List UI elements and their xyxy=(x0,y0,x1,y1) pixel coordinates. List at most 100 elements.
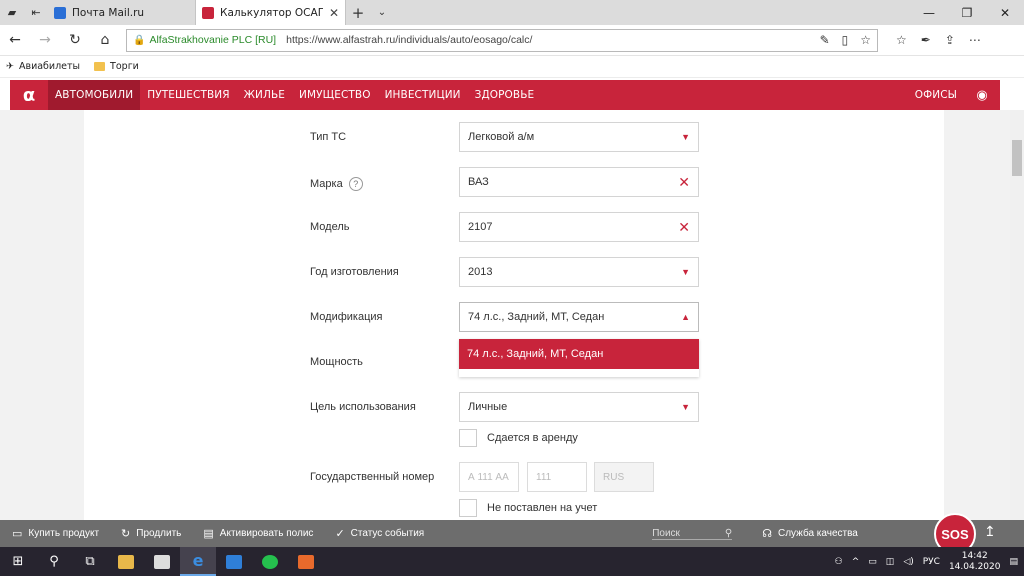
not-registered-checkbox[interactable] xyxy=(459,499,477,517)
close-tab-icon[interactable]: ✕ xyxy=(329,6,339,20)
home-button[interactable]: ⌂ xyxy=(90,32,120,48)
whatsapp-icon[interactable] xyxy=(252,547,288,576)
battery-icon[interactable]: ▭ xyxy=(868,557,877,567)
event-status-link[interactable]: ✓ Статус события xyxy=(335,527,424,540)
buy-product-link[interactable]: ▭ Купить продукт xyxy=(12,527,99,540)
site-search-input[interactable]: Поиск ⚲ xyxy=(652,527,733,540)
purpose-select[interactable]: Личные ▼ xyxy=(459,392,699,422)
start-windows-icon[interactable]: ⊞ xyxy=(0,547,36,576)
favorites-bar: ✈ Авиабилеты Торги xyxy=(0,56,1024,78)
refresh-button[interactable]: ↻ xyxy=(60,32,90,48)
nav-travel[interactable]: ПУТЕШЕСТВИЯ xyxy=(140,80,236,110)
modification-select[interactable]: 74 л.с., Задний, МТ, Седан ▲ xyxy=(459,302,699,332)
mail-favicon-icon xyxy=(54,6,66,19)
scrollbar-thumb[interactable] xyxy=(1012,140,1022,176)
notes-pen-icon[interactable]: ✒ xyxy=(921,33,931,47)
check-circle-icon: ✓ xyxy=(335,528,345,540)
clock[interactable]: 14:42 14.04.2020 xyxy=(949,551,1001,573)
quality-service-link[interactable]: ☊ Служба качества xyxy=(762,527,858,540)
search-placeholder: Поиск xyxy=(652,527,680,539)
favorites-hub-icon[interactable]: ☆ xyxy=(896,33,907,47)
rent-checkbox-row[interactable]: Сдается в аренду xyxy=(459,429,578,447)
clear-model-icon[interactable]: ✕ xyxy=(678,219,690,236)
bookmark-torgi[interactable]: Торги xyxy=(94,61,139,72)
close-window-button[interactable]: ✕ xyxy=(986,0,1024,25)
model-input[interactable]: 2107 ✕ xyxy=(459,212,699,242)
brand-input[interactable]: ВАЗ ✕ xyxy=(459,167,699,197)
alfa-logo[interactable]: α xyxy=(10,80,48,110)
vehicle-type-select[interactable]: Легковой а/м ▼ xyxy=(459,122,699,152)
restore-button[interactable]: ❐ xyxy=(948,0,986,25)
chevron-up-icon: ▲ xyxy=(681,312,690,322)
rent-checkbox[interactable] xyxy=(459,429,477,447)
file-explorer-icon[interactable] xyxy=(108,547,144,576)
browser-tab-bar: ▰ ⇤ Почта Mail.ru Калькулятор ОСАГО 20 ✕… xyxy=(0,0,1024,25)
share-icon[interactable]: ⇪ xyxy=(945,33,955,47)
minimize-button[interactable]: — xyxy=(910,0,948,25)
certificate-label[interactable]: AlfaStrakhovanie PLC [RU] xyxy=(149,34,276,46)
activate-label: Активировать полис xyxy=(219,528,314,539)
clock-date: 14.04.2020 xyxy=(948,561,1001,572)
accessibility-eye-icon[interactable]: ◉ xyxy=(964,88,1000,103)
plane-icon: ✈ xyxy=(6,61,14,72)
new-tab-button[interactable]: + xyxy=(346,0,370,25)
nav-housing[interactable]: ЖИЛЬЕ xyxy=(237,80,292,110)
nav-property[interactable]: ИМУЩЕСТВО xyxy=(292,80,378,110)
people-icon[interactable]: ⚇ xyxy=(835,557,843,567)
forward-button[interactable]: → xyxy=(30,32,60,48)
tab-mail[interactable]: Почта Mail.ru xyxy=(48,0,196,25)
network-icon[interactable]: ◫ xyxy=(886,557,895,567)
notifications-icon[interactable]: ▤ xyxy=(1009,557,1018,567)
help-question-icon[interactable]: ? xyxy=(348,177,363,191)
scrollbar[interactable] xyxy=(1010,110,1024,520)
brand-label-text: Марка xyxy=(310,177,343,190)
tab-title: Почта Mail.ru xyxy=(72,6,145,19)
pin-icon[interactable]: ✎ xyxy=(820,33,830,47)
dropdown-option[interactable]: 74 л.с., Задний, МТ, Седан xyxy=(459,339,699,369)
nav-investments[interactable]: ИНВЕСТИЦИИ xyxy=(378,80,468,110)
search-icon[interactable]: ⚲ xyxy=(36,547,72,576)
not-registered-row[interactable]: Не поставлен на учет xyxy=(459,499,597,517)
not-registered-label: Не поставлен на учет xyxy=(487,502,598,514)
cart-icon: ▭ xyxy=(12,528,23,540)
power-label: Мощность xyxy=(310,356,363,368)
favorite-star-icon[interactable]: ☆ xyxy=(860,33,871,47)
volume-icon[interactable]: ◁) xyxy=(903,557,913,567)
store-icon[interactable] xyxy=(144,547,180,576)
windows-taskbar: ⊞ ⚲ ⧉ e ⚇ ^ ▭ ◫ ◁) РУС 14:42 14.04.2020 … xyxy=(0,547,1024,576)
model-value: 2107 xyxy=(468,221,493,233)
url-field[interactable]: 🔒 AlfaStrakhovanie PLC [RU] https://www.… xyxy=(126,28,878,52)
tab-osago-calc[interactable]: Калькулятор ОСАГО 20 ✕ xyxy=(196,0,346,25)
set-aside-tabs-icon[interactable]: ⇤ xyxy=(24,0,48,25)
plate-region-input[interactable]: 111 xyxy=(527,462,587,492)
headset-icon: ☊ xyxy=(762,528,772,540)
document-app-icon[interactable] xyxy=(288,547,324,576)
plate-label: Государственный номер xyxy=(310,471,435,483)
chevron-down-icon: ▼ xyxy=(681,132,690,142)
plate-number-input[interactable]: А 111 АА xyxy=(459,462,519,492)
reading-view-icon[interactable]: ▯ xyxy=(842,33,849,47)
nav-offices[interactable]: ОФИСЫ xyxy=(908,80,964,110)
tab-list-chevron-icon[interactable]: ⌄ xyxy=(370,0,394,25)
back-button[interactable]: ← xyxy=(0,32,30,48)
language-indicator[interactable]: РУС xyxy=(923,557,940,567)
mail-icon[interactable] xyxy=(216,547,252,576)
refresh-icon: ↻ xyxy=(121,528,131,540)
extend-label: Продлить xyxy=(136,528,182,539)
extend-link[interactable]: ↻ Продлить xyxy=(121,527,181,540)
nav-auto[interactable]: АВТОМОБИЛИ xyxy=(48,80,141,110)
tray-chevron-icon[interactable]: ^ xyxy=(852,557,860,567)
tab-actions-icon[interactable]: ▰ xyxy=(0,0,24,25)
more-menu-icon[interactable]: ⋯ xyxy=(969,33,981,47)
bookmark-aviatickets[interactable]: ✈ Авиабилеты xyxy=(6,61,80,72)
activate-policy-link[interactable]: ▤ Активировать полис xyxy=(203,527,313,540)
nav-health[interactable]: ЗДОРОВЬЕ xyxy=(468,80,542,110)
search-icon[interactable]: ⚲ xyxy=(725,528,732,539)
edge-browser-icon[interactable]: e xyxy=(180,547,216,576)
task-view-icon[interactable]: ⧉ xyxy=(72,547,108,576)
brand-label: Марка? xyxy=(310,177,363,191)
year-select[interactable]: 2013 ▼ xyxy=(459,257,699,287)
scroll-to-top-icon[interactable]: ↥ xyxy=(984,524,996,540)
clear-brand-icon[interactable]: ✕ xyxy=(678,174,690,191)
buy-label: Купить продукт xyxy=(28,528,100,539)
